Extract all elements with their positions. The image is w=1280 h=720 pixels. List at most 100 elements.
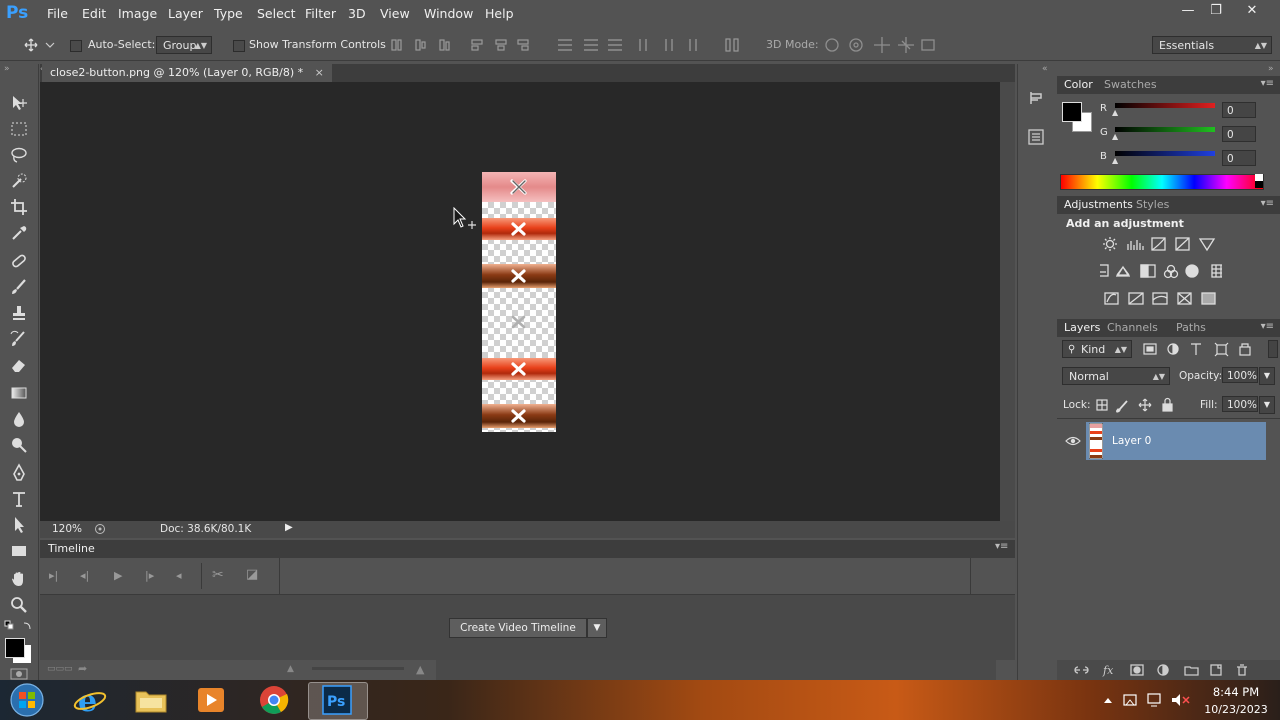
tab-paths[interactable]: Paths xyxy=(1176,321,1206,334)
split-scissors-icon[interactable]: ✂ xyxy=(212,567,224,583)
convert-timeline-icon[interactable]: ➦ xyxy=(78,662,87,675)
tab-layers[interactable]: Layers xyxy=(1064,321,1100,334)
vertical-scrollbar[interactable] xyxy=(1000,82,1015,522)
brush-tool-icon[interactable] xyxy=(9,277,29,297)
expand-panels-icon[interactable]: » xyxy=(1268,64,1274,74)
marquee-tool-icon[interactable] xyxy=(9,119,29,139)
green-slider[interactable] xyxy=(1115,127,1215,132)
create-video-timeline-button[interactable]: Create Video Timeline xyxy=(449,618,587,638)
green-value[interactable]: 0 xyxy=(1222,126,1256,142)
pen-tool-icon[interactable] xyxy=(9,463,29,483)
eraser-tool-icon[interactable] xyxy=(9,355,29,375)
timeline-title[interactable]: Timeline xyxy=(48,542,95,555)
menu-filter[interactable]: Filter xyxy=(305,6,336,21)
next-frame-icon[interactable]: |▸ xyxy=(145,569,154,582)
type-tool-icon[interactable] xyxy=(9,489,29,509)
history-panel-icon[interactable] xyxy=(1027,89,1045,107)
eye-visibility-icon[interactable] xyxy=(1065,435,1081,447)
timeline-zoom-slider[interactable] xyxy=(312,667,404,670)
show-transform-checkbox[interactable] xyxy=(233,40,245,52)
red-slider-thumb[interactable]: ▲ xyxy=(1112,108,1118,117)
layers-panel-menu-icon[interactable]: ▾≡ xyxy=(1261,321,1274,332)
workspace-dropdown[interactable]: Essentials ▲▼ xyxy=(1152,36,1272,54)
green-slider-thumb[interactable]: ▲ xyxy=(1112,132,1118,141)
filter-toggle-switch[interactable] xyxy=(1268,340,1278,358)
tab-swatches[interactable]: Swatches xyxy=(1104,78,1157,91)
blue-slider[interactable] xyxy=(1115,151,1215,156)
adjustments-panel-menu-icon[interactable]: ▾≡ xyxy=(1261,198,1274,209)
chrome-icon[interactable] xyxy=(258,685,290,715)
minimize-button[interactable]: — xyxy=(1176,3,1200,21)
healing-brush-tool-icon[interactable] xyxy=(9,251,29,271)
menu-view[interactable]: View xyxy=(380,6,410,21)
rectangle-tool-icon[interactable] xyxy=(9,541,29,561)
document-tab[interactable]: close2-button.png @ 120% (Layer 0, RGB/8… xyxy=(42,64,332,82)
document-image[interactable] xyxy=(482,172,556,432)
move-tool-icon[interactable] xyxy=(9,93,29,113)
panel-foreground-swatch[interactable] xyxy=(1062,102,1082,122)
gradient-tool-icon[interactable] xyxy=(9,383,29,403)
zoom-in-timeline-icon[interactable]: ▲ xyxy=(416,663,424,676)
color-panel-menu-icon[interactable]: ▾≡ xyxy=(1261,78,1274,89)
fill-slider-button[interactable]: ▼ xyxy=(1259,396,1275,414)
tab-channels[interactable]: Channels xyxy=(1107,321,1158,334)
layers-footer-icons[interactable]: fx xyxy=(1073,663,1258,677)
layer-filter-dropdown[interactable]: ⚲ Kind ▲▼ xyxy=(1062,340,1132,358)
audio-icon[interactable]: ◂ xyxy=(176,569,182,582)
zoom-tool-icon[interactable] xyxy=(9,595,29,615)
close-tab-icon[interactable]: × xyxy=(315,66,324,79)
menu-type[interactable]: Type xyxy=(214,6,243,21)
media-player-icon[interactable] xyxy=(196,686,226,714)
tab-color[interactable]: Color xyxy=(1064,78,1093,91)
timeline-options-dropdown[interactable]: ▼ xyxy=(587,618,607,638)
render-frames-icon[interactable]: ▭▭▭ xyxy=(47,664,73,674)
status-info-icon[interactable] xyxy=(94,523,106,535)
previous-frame-icon[interactable]: ◂| xyxy=(80,569,89,582)
move-tool-preset-icon[interactable] xyxy=(22,37,56,53)
ramp-black-swatch[interactable] xyxy=(1255,181,1263,188)
color-spectrum-ramp[interactable] xyxy=(1060,174,1264,190)
tab-styles[interactable]: Styles xyxy=(1136,198,1169,211)
default-colors-icon[interactable] xyxy=(4,620,34,632)
3d-mode-icons[interactable] xyxy=(822,36,942,54)
menu-edit[interactable]: Edit xyxy=(82,6,106,21)
collapse-panels-icon[interactable]: « xyxy=(1042,64,1048,74)
menu-help[interactable]: Help xyxy=(485,6,514,21)
opacity-value[interactable]: 100% xyxy=(1222,367,1258,383)
ramp-white-swatch[interactable] xyxy=(1255,174,1263,181)
tab-adjustments[interactable]: Adjustments xyxy=(1064,198,1133,211)
hand-tool-icon[interactable] xyxy=(9,569,29,589)
layer-name[interactable]: Layer 0 xyxy=(1112,435,1151,447)
menu-window[interactable]: Window xyxy=(424,6,473,21)
align-distribute-icons[interactable] xyxy=(388,37,748,53)
crop-tool-icon[interactable] xyxy=(9,197,29,217)
zoom-out-timeline-icon[interactable]: ▲ xyxy=(287,664,294,674)
windows-start-icon[interactable] xyxy=(8,682,46,718)
menu-3d[interactable]: 3D xyxy=(348,6,366,21)
timeline-menu-icon[interactable]: ▾≡ xyxy=(995,541,1008,552)
opacity-slider-button[interactable]: ▼ xyxy=(1259,367,1275,385)
foreground-color-swatch[interactable] xyxy=(5,638,25,658)
fill-value[interactable]: 100% xyxy=(1222,396,1258,412)
blur-tool-icon[interactable] xyxy=(9,409,29,429)
menu-image[interactable]: Image xyxy=(118,6,157,21)
layer-filter-icons[interactable] xyxy=(1142,341,1262,357)
red-value[interactable]: 0 xyxy=(1222,102,1256,118)
clone-stamp-tool-icon[interactable] xyxy=(9,303,29,323)
internet-explorer-icon[interactable]: e xyxy=(72,684,108,716)
photoshop-icon[interactable]: Ps xyxy=(322,685,352,715)
quick-mask-icon[interactable] xyxy=(9,668,29,680)
file-explorer-icon[interactable] xyxy=(134,686,168,714)
red-slider[interactable] xyxy=(1115,103,1215,108)
history-brush-tool-icon[interactable] xyxy=(9,329,29,349)
auto-select-dropdown[interactable]: Group ▲▼ xyxy=(156,36,212,54)
first-frame-icon[interactable]: ▸| xyxy=(49,569,58,582)
blue-value[interactable]: 0 xyxy=(1222,150,1256,166)
auto-select-checkbox[interactable] xyxy=(70,40,82,52)
menu-file[interactable]: File xyxy=(47,6,68,21)
zoom-level[interactable]: 120% xyxy=(52,523,82,535)
quick-selection-tool-icon[interactable] xyxy=(9,171,29,191)
path-selection-tool-icon[interactable] xyxy=(9,515,29,535)
adjustment-icons[interactable] xyxy=(1100,236,1222,308)
close-window-button[interactable]: ✕ xyxy=(1240,3,1264,21)
